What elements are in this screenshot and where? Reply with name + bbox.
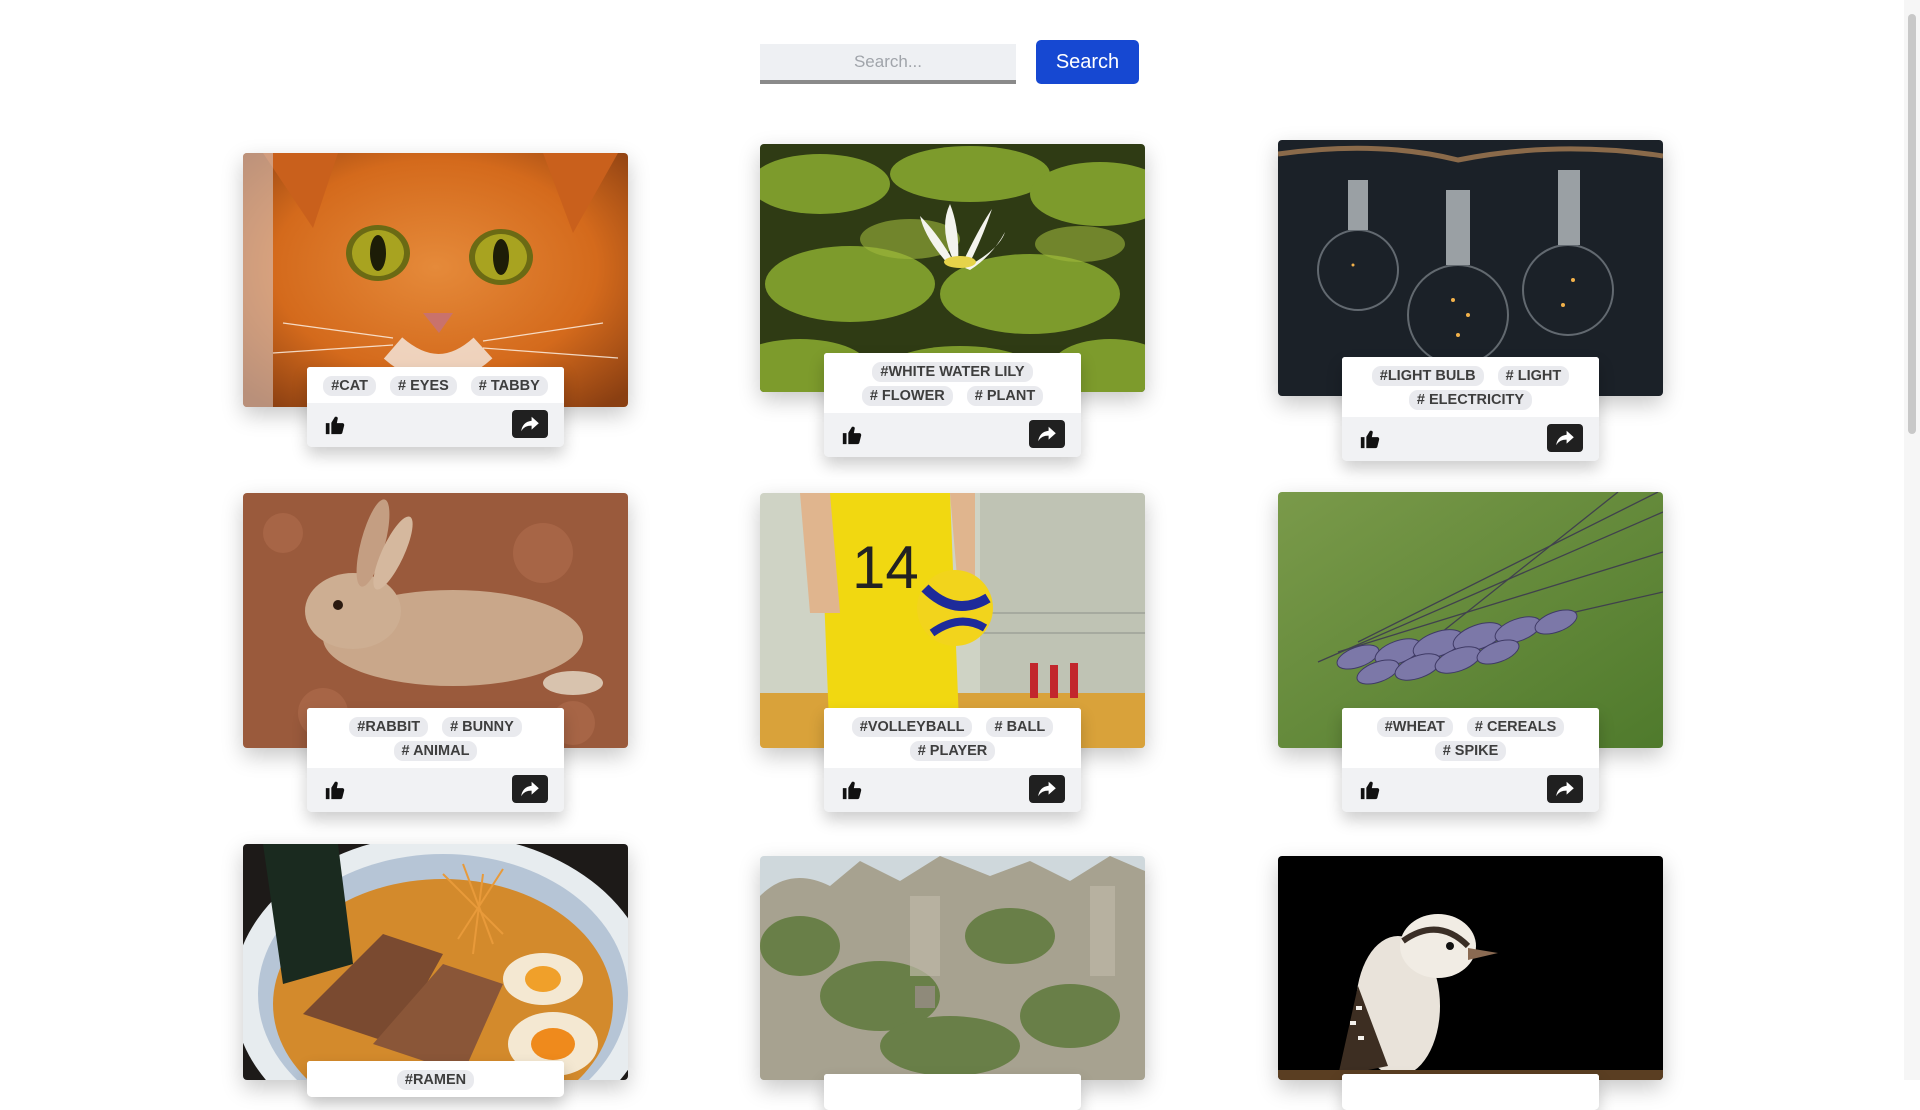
tag[interactable]: # ELECTRICITY bbox=[1408, 390, 1533, 410]
card-actions bbox=[824, 413, 1081, 457]
scrollbar-thumb[interactable] bbox=[1908, 14, 1916, 434]
tag[interactable]: # BUNNY bbox=[442, 717, 522, 737]
tag[interactable]: # FLOWER bbox=[861, 386, 953, 406]
tag[interactable]: # PLANT bbox=[966, 386, 1044, 406]
tag[interactable]: #CAT bbox=[323, 376, 377, 396]
cliffs-photo bbox=[760, 856, 1145, 1080]
share-arrow-icon bbox=[1556, 430, 1574, 446]
card-panel bbox=[824, 1074, 1081, 1110]
tag[interactable]: # BALL bbox=[986, 717, 1054, 737]
tag[interactable]: #LIGHT BULB bbox=[1371, 366, 1484, 386]
card-panel: #LIGHT BULB # LIGHT # ELECTRICITY bbox=[1342, 357, 1599, 461]
page-scrollbar[interactable] bbox=[1904, 0, 1920, 1080]
search-input[interactable] bbox=[760, 44, 1016, 84]
card-panel: #WHITE WATER LILY # FLOWER # PLANT bbox=[824, 353, 1081, 457]
share-button[interactable] bbox=[1547, 775, 1583, 803]
jersey-number: 14 bbox=[852, 534, 919, 601]
image-card-cliffs bbox=[760, 856, 1145, 1110]
tag[interactable]: #WHEAT bbox=[1376, 717, 1453, 737]
thumbs-up-icon[interactable] bbox=[1359, 428, 1381, 450]
card-panel: #RAMEN bbox=[307, 1061, 564, 1097]
card-photo-ramen[interactable] bbox=[243, 844, 628, 1080]
card-panel: #WHEAT # CEREALS # SPIKE bbox=[1342, 708, 1599, 812]
card-photo-kookaburra[interactable] bbox=[1278, 856, 1663, 1080]
card-photo-cliffs[interactable] bbox=[760, 856, 1145, 1080]
tag-list bbox=[824, 1074, 1081, 1110]
thumbs-up-icon[interactable] bbox=[324, 779, 346, 801]
kookaburra-photo bbox=[1278, 856, 1663, 1080]
tag-list: #VOLLEYBALL # BALL # PLAYER bbox=[824, 708, 1081, 768]
image-card-water-lily: #WHITE WATER LILY # FLOWER # PLANT bbox=[760, 144, 1145, 457]
share-button[interactable] bbox=[1029, 420, 1065, 448]
image-card-volleyball: 14 #VOLLEYBALL # BALL # PLAYER bbox=[760, 493, 1145, 812]
share-arrow-icon bbox=[1038, 781, 1056, 797]
thumbs-up-icon[interactable] bbox=[1359, 779, 1381, 801]
card-panel: #RABBIT # BUNNY # ANIMAL bbox=[307, 708, 564, 812]
tag[interactable]: # EYES bbox=[390, 376, 457, 396]
tag-list bbox=[1342, 1074, 1599, 1110]
tag[interactable]: #VOLLEYBALL bbox=[851, 717, 973, 737]
image-card-wheat: #WHEAT # CEREALS # SPIKE bbox=[1278, 492, 1663, 812]
card-actions bbox=[824, 768, 1081, 812]
tag-list: #RAMEN bbox=[307, 1061, 564, 1097]
image-card-ramen: #RAMEN bbox=[243, 844, 628, 1097]
tag-list: #WHITE WATER LILY # FLOWER # PLANT bbox=[824, 353, 1081, 413]
search-bar: Search bbox=[760, 38, 1140, 86]
thumbs-up-icon[interactable] bbox=[841, 424, 863, 446]
tag-list: #LIGHT BULB # LIGHT # ELECTRICITY bbox=[1342, 357, 1599, 417]
card-actions bbox=[307, 403, 564, 447]
thumbs-up-icon[interactable] bbox=[841, 779, 863, 801]
card-panel: #VOLLEYBALL # BALL # PLAYER bbox=[824, 708, 1081, 812]
image-card-cat: #CAT # EYES # TABBY bbox=[243, 153, 628, 447]
search-button[interactable]: Search bbox=[1036, 40, 1139, 84]
ramen-photo bbox=[243, 844, 628, 1080]
card-actions bbox=[307, 768, 564, 812]
share-button[interactable] bbox=[1547, 424, 1583, 452]
card-panel: #CAT # EYES # TABBY bbox=[307, 367, 564, 447]
card-panel bbox=[1342, 1074, 1599, 1110]
share-arrow-icon bbox=[521, 416, 539, 432]
image-card-kookaburra bbox=[1278, 856, 1663, 1110]
tag[interactable]: # ANIMAL bbox=[393, 741, 478, 761]
share-button[interactable] bbox=[1029, 775, 1065, 803]
share-arrow-icon bbox=[521, 781, 539, 797]
share-arrow-icon bbox=[1556, 781, 1574, 797]
share-arrow-icon bbox=[1038, 426, 1056, 442]
share-button[interactable] bbox=[512, 410, 548, 438]
tag[interactable]: # LIGHT bbox=[1497, 366, 1570, 386]
tag[interactable]: #RAMEN bbox=[396, 1070, 475, 1090]
tag[interactable]: # TABBY bbox=[470, 376, 548, 396]
share-button[interactable] bbox=[512, 775, 548, 803]
card-actions bbox=[1342, 768, 1599, 812]
tag[interactable]: #RABBIT bbox=[349, 717, 429, 737]
card-actions bbox=[1342, 417, 1599, 461]
tag[interactable]: # SPIKE bbox=[1434, 741, 1507, 761]
tag[interactable]: # PLAYER bbox=[909, 741, 996, 761]
tag-list: #RABBIT # BUNNY # ANIMAL bbox=[307, 708, 564, 768]
tag[interactable]: # CEREALS bbox=[1466, 717, 1565, 737]
tag[interactable]: #WHITE WATER LILY bbox=[872, 362, 1033, 382]
thumbs-up-icon[interactable] bbox=[324, 414, 346, 436]
image-card-light-bulb: #LIGHT BULB # LIGHT # ELECTRICITY bbox=[1278, 140, 1663, 461]
tag-list: #WHEAT # CEREALS # SPIKE bbox=[1342, 708, 1599, 768]
tag-list: #CAT # EYES # TABBY bbox=[307, 367, 564, 403]
image-card-rabbit: #RABBIT # BUNNY # ANIMAL bbox=[243, 493, 628, 812]
